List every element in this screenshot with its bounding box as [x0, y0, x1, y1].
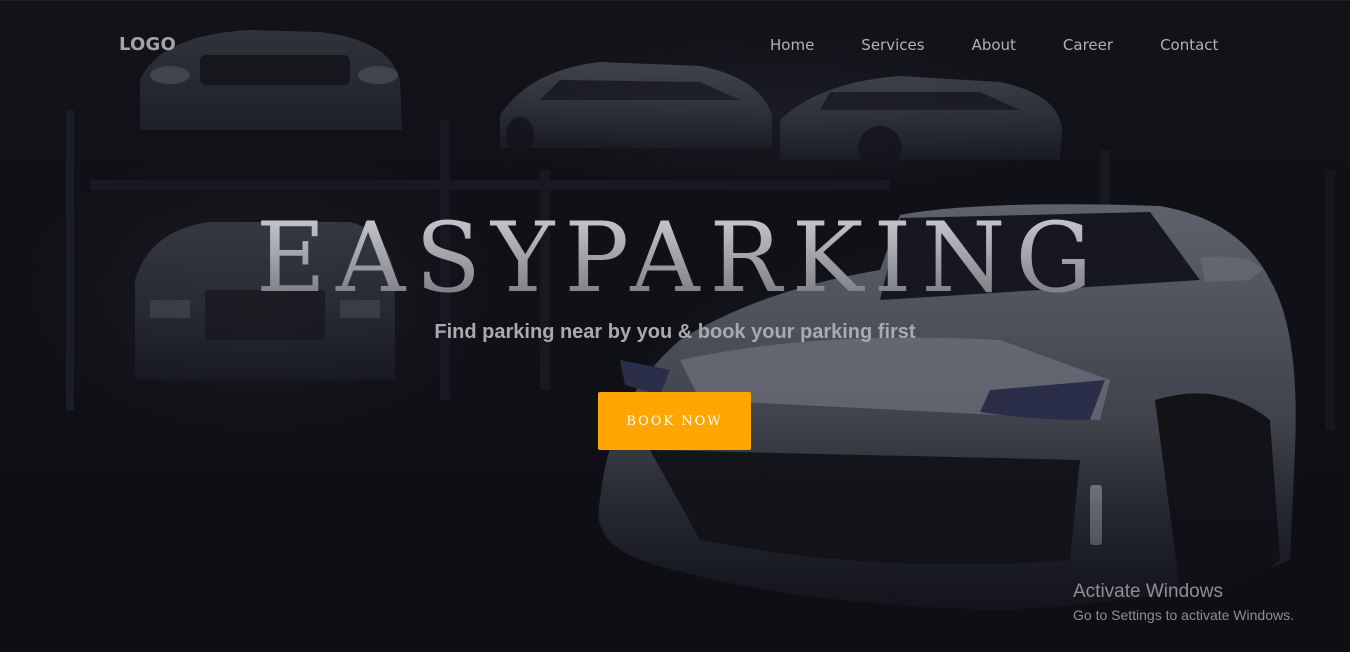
nav-links: Home Services About Career Contact — [770, 36, 1218, 54]
nav-link-about[interactable]: About — [972, 36, 1016, 54]
nav-link-home[interactable]: Home — [770, 36, 814, 54]
landing-page: LOGO Home Services About Career Contact … — [0, 0, 1350, 652]
nav-link-career[interactable]: Career — [1063, 36, 1113, 54]
nav-link-contact[interactable]: Contact — [1160, 36, 1218, 54]
activate-windows-watermark: Activate Windows Go to Settings to activ… — [1073, 581, 1294, 625]
hero-title: EASYPARKING — [0, 200, 1350, 316]
site-logo[interactable]: LOGO — [119, 34, 176, 55]
watermark-subtitle: Go to Settings to activate Windows. — [1073, 607, 1294, 623]
book-now-button[interactable]: BOOK NOW — [598, 392, 751, 450]
nav-link-services[interactable]: Services — [861, 36, 924, 54]
watermark-title: Activate Windows — [1073, 581, 1223, 602]
hero-subtitle: Find parking near by you & book your par… — [434, 321, 916, 343]
top-navbar: LOGO Home Services About Career Contact — [0, 0, 1350, 92]
